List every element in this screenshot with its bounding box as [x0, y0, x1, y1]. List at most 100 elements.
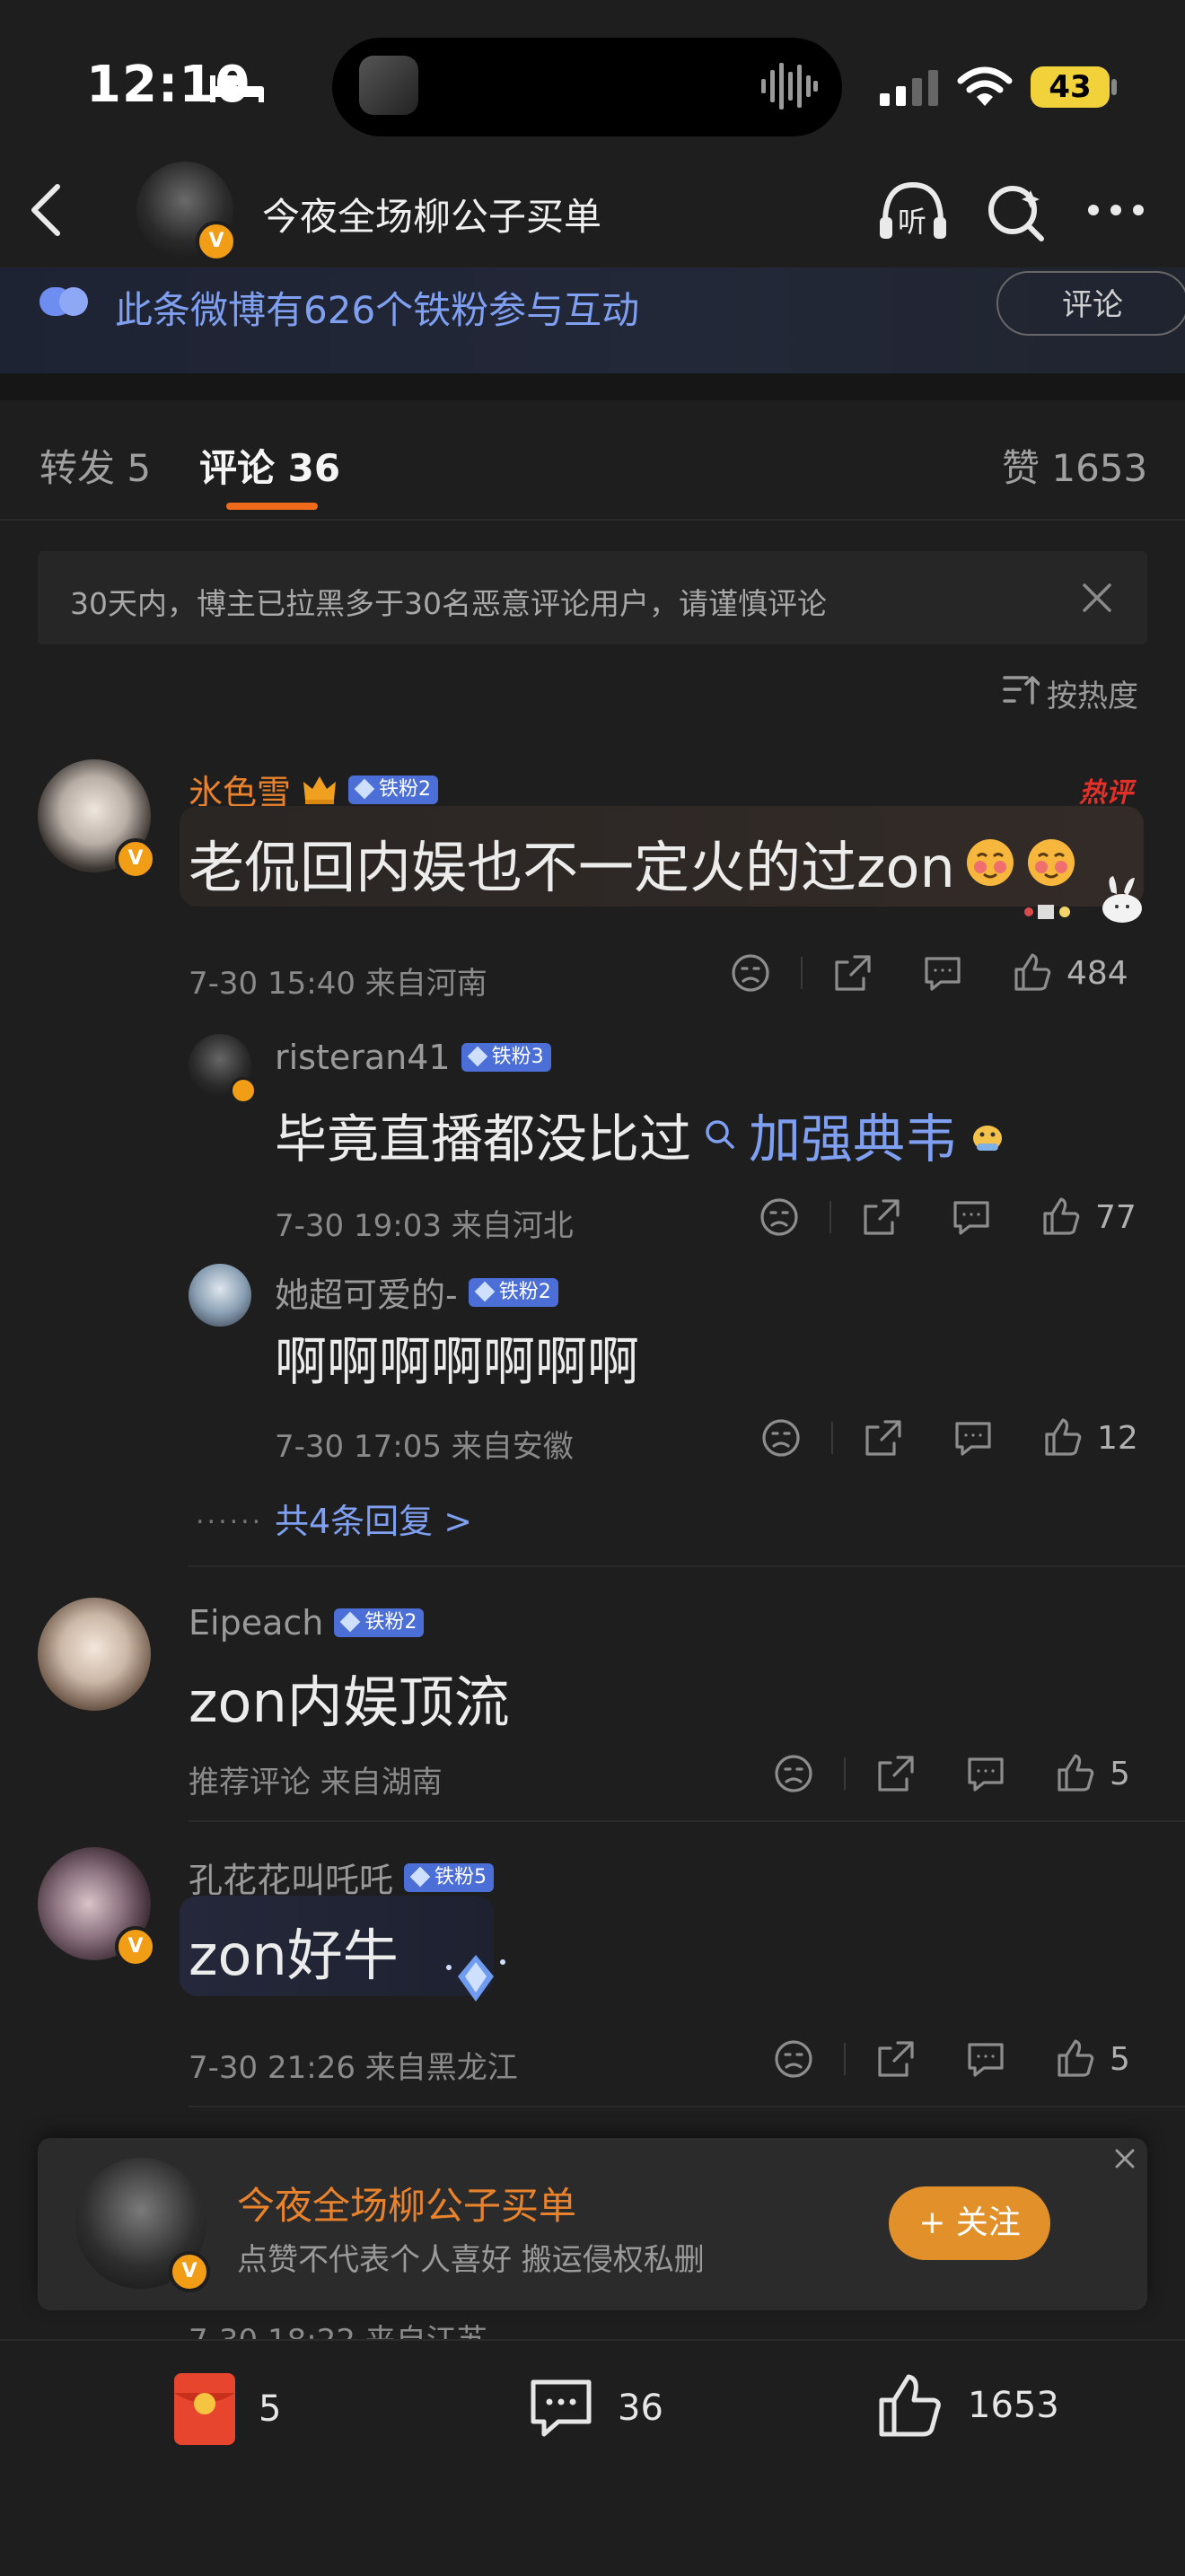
dislike-face-icon[interactable] [729, 951, 772, 994]
fan-level-badge: 铁粉2 [468, 1277, 558, 1307]
repost-count: 5 [259, 2388, 282, 2430]
comment-body: 老侃回内娱也不一定火的过zon [189, 822, 1077, 903]
action-separator [844, 2043, 846, 2075]
close-notice-icon[interactable] [1081, 582, 1113, 614]
share-icon[interactable] [862, 1416, 905, 1459]
dislike-face-icon[interactable] [758, 1196, 801, 1239]
reply-topic-link[interactable]: 加强典韦 [749, 1097, 957, 1172]
reply-icon[interactable] [952, 1416, 995, 1459]
comment-meta: 7-30 15:40 来自河南 [189, 966, 487, 1002]
more-replies-dots: ...... [196, 1499, 264, 1530]
close-follow-card-icon[interactable] [1113, 2147, 1137, 2170]
comment-meta: 推荐评论 来自湖南 [189, 1765, 443, 1801]
reply-actions: 12 [759, 1416, 1138, 1459]
thumbs-up-icon [876, 2371, 944, 2440]
reply-user-name[interactable]: 她超可爱的- [275, 1267, 458, 1317]
share-icon[interactable] [831, 951, 874, 994]
share-icon[interactable] [874, 1752, 917, 1795]
comment-divider [189, 2106, 1185, 2107]
tab-comments[interactable]: 评论 36 [199, 438, 340, 493]
share-icon[interactable] [860, 1196, 903, 1239]
reply-text: 啊啊啊啊啊啊啊 [275, 1331, 640, 1392]
fan-icon [40, 285, 90, 318]
reply-body: 毕竟直播都没比过 加强典韦 [275, 1097, 1007, 1172]
active-tab-indicator [226, 503, 318, 510]
action-separator [830, 1201, 831, 1233]
listen-label: 听 [898, 205, 927, 239]
like-button[interactable] [1011, 951, 1054, 994]
action-separator [844, 1757, 846, 1790]
comment-divider [189, 1565, 1185, 1567]
cellular-signal-icon [880, 70, 941, 106]
comment-divider [189, 1820, 1185, 1822]
comment-text: 老侃回内娱也不一定火的过zon [189, 835, 955, 900]
red-envelope-icon [174, 2373, 235, 2445]
fan-level-badge: 铁粉2 [334, 1608, 425, 1637]
commenter-name[interactable]: 孔花花叫吒吒 [189, 1853, 393, 1902]
bunny-sticker-icon [1023, 874, 1149, 924]
nav-title[interactable]: 今夜全场柳公子买单 [262, 187, 601, 241]
more-options-icon[interactable] [1086, 203, 1146, 217]
diamond-sticker-icon [442, 1950, 510, 2007]
search-icon[interactable] [986, 183, 1045, 242]
fan-level-badge: 铁粉5 [404, 1862, 495, 1892]
reply-icon[interactable] [964, 2037, 1007, 2081]
like-count: 5 [1110, 1755, 1130, 1792]
reply-icon[interactable] [964, 1752, 1007, 1795]
tab-likes[interactable]: 赞 1653 [1002, 438, 1147, 493]
tab-divider [0, 519, 1185, 521]
search-topic-icon[interactable] [702, 1117, 738, 1152]
reply-header: 她超可爱的- 铁粉2 [275, 1267, 558, 1317]
fan-level-badge: 铁粉3 [461, 1043, 551, 1072]
comment-button[interactable]: 36 [528, 2375, 663, 2441]
notice-text: 30天内，博主已拉黑多于30名恶意评论用户，请谨慎评论 [70, 586, 827, 621]
action-separator [831, 1422, 833, 1454]
reply-avatar[interactable] [189, 1264, 251, 1327]
back-button[interactable] [27, 183, 66, 237]
sort-icon[interactable] [1002, 673, 1040, 705]
comment-count: 36 [618, 2388, 663, 2429]
tab-reposts[interactable]: 转发 5 [40, 438, 151, 493]
reply-icon[interactable] [950, 1196, 993, 1239]
dislike-face-icon[interactable] [772, 1752, 815, 1795]
partial-comment-meta: 7-30 18:22 来自江苏 [189, 2316, 487, 2339]
hot-comment-tag: 热评 [1079, 777, 1133, 809]
reply-header: risteran41 铁粉3 [275, 1038, 551, 1077]
follow-card-name[interactable]: 今夜全场柳公子买单 [237, 2176, 576, 2230]
reply-meta: 7-30 17:05 来自安徽 [275, 1429, 574, 1465]
commenter-avatar[interactable] [38, 1598, 151, 1711]
fan-banner-text: 此条微博有626个铁粉参与互动 [115, 288, 640, 332]
comment-text: zon内娱顶流 [189, 1669, 510, 1735]
like-post-button[interactable]: 1653 [876, 2371, 1059, 2440]
comment-text: zon好牛 [189, 1923, 399, 1988]
reply-icon[interactable] [921, 951, 964, 994]
follow-button[interactable]: + 关注 [889, 2186, 1050, 2260]
verified-badge: V [169, 2251, 210, 2292]
comment-header: 孔花花叫吒吒 铁粉5 [189, 1853, 495, 1902]
reply-actions: 77 [758, 1196, 1137, 1239]
commenter-name[interactable]: Eipeach [189, 1603, 323, 1643]
share-icon[interactable] [874, 2037, 917, 2081]
verified-badge [230, 1077, 257, 1104]
like-button[interactable] [1054, 1752, 1097, 1795]
like-count: 77 [1095, 1198, 1137, 1236]
wifi-icon [957, 66, 1013, 108]
listen-button[interactable]: 听 [876, 178, 950, 242]
dislike-face-icon[interactable] [759, 1416, 803, 1459]
sort-by-hot[interactable]: 按热度 [1047, 671, 1138, 715]
repost-button[interactable]: 5 [174, 2373, 281, 2445]
reply-user-name[interactable]: risteran41 [275, 1038, 451, 1077]
crown-icon [302, 775, 338, 805]
like-button[interactable] [1054, 2037, 1097, 2081]
fan-comment-button[interactable]: 评论 [996, 271, 1185, 336]
dislike-face-icon[interactable] [772, 2037, 815, 2081]
comment-header: Eipeach 铁粉2 [189, 1603, 425, 1643]
like-button[interactable] [1041, 1416, 1084, 1459]
fan-level-badge: 铁粉2 [348, 775, 439, 804]
like-button[interactable] [1040, 1196, 1083, 1239]
more-replies-link[interactable]: 共4条回复 > [275, 1494, 472, 1543]
comment-actions: 5 [772, 1752, 1130, 1795]
audio-waveform-icon [759, 59, 819, 113]
comment-meta: 7-30 21:26 来自黑龙江 [189, 2050, 518, 2086]
verified-badge: V [115, 838, 156, 880]
